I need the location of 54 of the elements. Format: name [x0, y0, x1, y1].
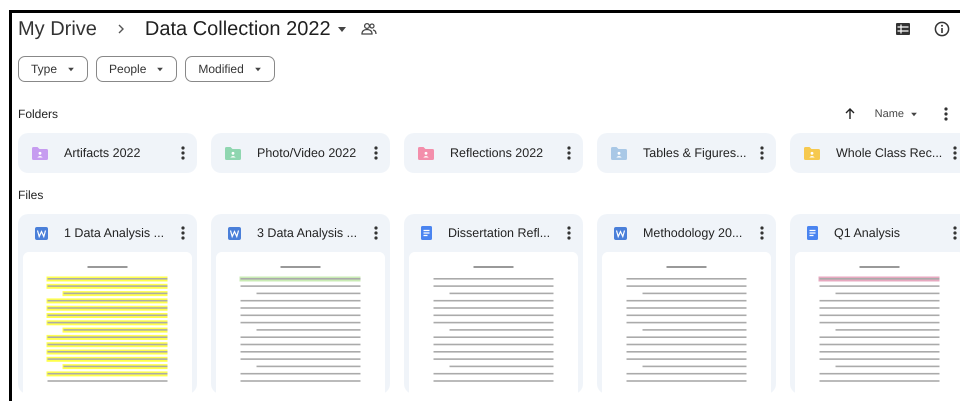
caret-icon — [156, 66, 164, 72]
folder-card[interactable]: Reflections 2022 — [404, 133, 583, 173]
folder-name: Artifacts 2022 — [64, 146, 142, 160]
info-icon[interactable] — [934, 21, 950, 37]
word-file-icon — [35, 226, 48, 240]
file-name: Dissertation Refl... — [448, 226, 552, 240]
sort-button[interactable]: Name — [874, 108, 918, 120]
folder-name: Whole Class Rec... — [836, 146, 944, 160]
file-card[interactable]: Dissertation Refl... — [404, 214, 583, 394]
caret-icon — [910, 112, 918, 116]
filter-chip[interactable]: People — [96, 56, 178, 82]
file-card[interactable]: 1 Data Analysis ... — [18, 214, 197, 394]
file-card[interactable]: 3 Data Analysis ... — [211, 214, 390, 394]
caret-icon — [67, 66, 76, 72]
file-card[interactable]: Q1 Analysis — [790, 214, 960, 394]
word-file-icon — [614, 226, 627, 240]
folder-card[interactable]: Photo/Video 2022 — [211, 133, 390, 173]
document-icon — [421, 226, 432, 240]
word-file-icon — [228, 226, 241, 240]
folder-name: Reflections 2022 — [450, 146, 544, 160]
file-name: Q1 Analysis — [834, 226, 902, 240]
caret-icon[interactable] — [336, 26, 347, 32]
folder-card[interactable]: Tables & Figures... — [597, 133, 776, 173]
folder-name: Tables & Figures... — [643, 146, 748, 160]
more-icon[interactable] — [953, 226, 957, 240]
filter-chip[interactable]: Modified — [185, 56, 275, 82]
filter-chip[interactable]: Type — [18, 56, 88, 82]
file-card[interactable]: Methodology 20... — [597, 214, 776, 394]
shared-people-icon[interactable] — [360, 22, 377, 36]
folder-title[interactable]: Data Collection 2022 — [144, 18, 331, 40]
more-icon[interactable] — [953, 146, 957, 160]
more-icon[interactable] — [760, 226, 764, 240]
up-arrow-icon[interactable] — [844, 108, 855, 120]
more-icon[interactable] — [760, 146, 764, 160]
folder-card[interactable]: Artifacts 2022 — [18, 133, 197, 173]
file-name: Methodology 20... — [643, 226, 744, 240]
list-view-icon[interactable] — [896, 23, 910, 35]
more-icon[interactable] — [181, 226, 185, 240]
chevron-icon — [116, 23, 125, 35]
breadcrumb-link[interactable]: My Drive — [18, 18, 97, 40]
more-icon[interactable] — [374, 146, 378, 160]
section-label: Folders — [18, 107, 58, 121]
more-icon[interactable] — [567, 146, 571, 160]
more-icon[interactable] — [567, 226, 571, 240]
file-name: 3 Data Analysis ... — [257, 226, 358, 240]
folder-name: Photo/Video 2022 — [257, 146, 358, 160]
more-icon[interactable] — [181, 146, 185, 160]
more-icon[interactable] — [944, 107, 948, 121]
caret-icon — [254, 66, 262, 72]
more-icon[interactable] — [374, 226, 378, 240]
document-icon — [807, 226, 818, 240]
folder-card[interactable]: Whole Class Rec... — [790, 133, 960, 173]
file-name: 1 Data Analysis ... — [64, 226, 166, 240]
section-label: Files — [18, 188, 44, 202]
